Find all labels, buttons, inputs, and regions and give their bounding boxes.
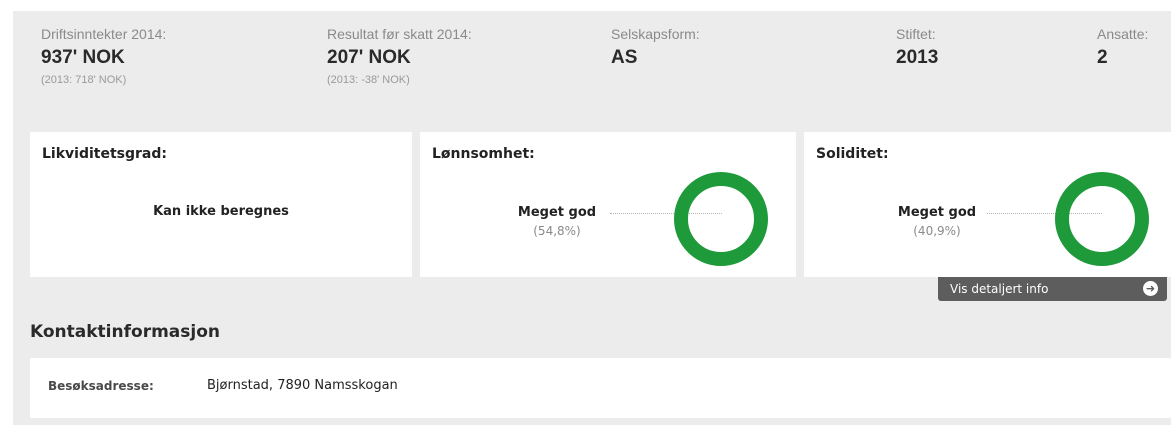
stat-label: Stiftet: <box>896 26 936 42</box>
arrow-right-circle-icon: ➜ <box>1143 281 1158 296</box>
stat-result: Resultat før skatt 2014: 207' NOK (2013:… <box>327 25 472 88</box>
stat-value: 2 <box>1097 47 1108 68</box>
rating-text: Meget god <box>897 205 977 220</box>
card-soliditet: Soliditet: Meget god (40,9%) <box>804 132 1171 277</box>
stat-sub: (2013: -38' NOK) <box>327 74 410 86</box>
visiting-address-label: Besøksadresse: <box>48 379 154 393</box>
rating-percent: (54,8%) <box>533 224 581 238</box>
stat-label: Ansatte: <box>1097 26 1149 42</box>
rating: Meget god (40,9%) <box>892 204 982 240</box>
rating: Meget god (54,8%) <box>512 204 602 240</box>
card-status-text: Kan ikke beregnes <box>153 204 289 219</box>
card-likviditetsgrad: Likviditetsgrad: Kan ikke beregnes <box>30 132 412 277</box>
card-title: Lønnsomhet: <box>432 146 535 162</box>
stat-label: Driftsinntekter 2014: <box>41 26 167 42</box>
stat-value: AS <box>611 47 638 68</box>
contact-info-box: Besøksadresse: Bjørnstad, 7890 Namsskoga… <box>30 358 1171 418</box>
card-title: Likviditetsgrad: <box>42 146 167 162</box>
rating-percent: (40,9%) <box>913 224 961 238</box>
rating-ring-icon <box>674 172 768 266</box>
stat-company-type: Selskapsform: AS <box>611 25 700 71</box>
stat-employees: Ansatte: 2 <box>1097 25 1148 71</box>
visiting-address-value: Bjørnstad, 7890 Namsskogan <box>207 378 398 393</box>
card-title: Soliditet: <box>816 146 889 162</box>
stat-value: 2013 <box>896 47 939 68</box>
card-lonnsomhet: Lønnsomhet: Meget god (54,8%) <box>420 132 796 277</box>
rating-ring-icon <box>1055 172 1149 266</box>
stat-label: Selskapsform: <box>611 26 700 42</box>
stat-value: 937' NOK <box>41 47 125 68</box>
show-detailed-info-button[interactable]: Vis detaljert info ➜ <box>938 277 1167 301</box>
stat-value: 207' NOK <box>327 47 411 68</box>
stat-sub: (2013: 718' NOK) <box>41 74 127 86</box>
rating-text: Meget god <box>517 205 597 220</box>
stat-label: Resultat før skatt 2014: <box>327 26 472 42</box>
button-label: Vis detaljert info <box>950 282 1049 296</box>
stat-revenue: Driftsinntekter 2014: 937' NOK (2013: 71… <box>41 25 166 88</box>
section-title-contact: Kontaktinformasjon <box>30 322 220 342</box>
stat-founded: Stiftet: 2013 <box>896 25 938 71</box>
